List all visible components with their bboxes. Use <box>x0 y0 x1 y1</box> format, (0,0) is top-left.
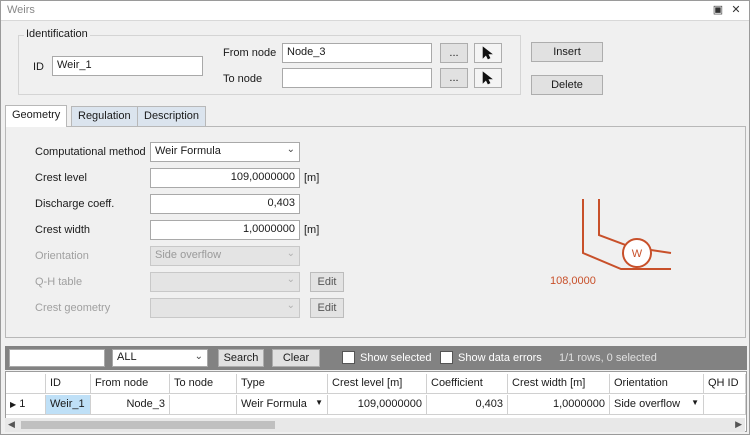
crest-geometry-label: Crest geometry <box>35 302 111 314</box>
table-cell-id[interactable]: Weir_1 <box>46 395 91 415</box>
crest-width-label: Crest width <box>35 224 91 236</box>
table-cell-orientation-value: Side overflow <box>614 398 681 410</box>
filter-select[interactable]: ALL ⌄ <box>112 349 208 367</box>
computational-method-select[interactable]: Weir Formula ⌄ <box>150 142 300 162</box>
crest-geometry-select: ⌄ <box>150 298 300 318</box>
scrollbar-thumb[interactable] <box>21 421 275 429</box>
insert-button[interactable]: Insert <box>531 42 603 62</box>
dropdown-arrow-icon[interactable]: ▼ <box>691 398 699 407</box>
weirs-window: Weirs ▣ ✕ Identification ID Weir_1 From … <box>0 0 750 435</box>
qh-table-label: Q-H table <box>35 276 83 288</box>
table-cell-crest-width[interactable]: 1,0000000 <box>508 395 610 415</box>
search-button[interactable]: Search <box>218 349 264 367</box>
tab-geometry[interactable]: Geometry <box>5 105 68 127</box>
from-node-browse-button[interactable]: ... <box>440 43 468 63</box>
scroll-left-icon[interactable]: ◀ <box>8 419 15 430</box>
show-selected-label: Show selected <box>360 352 432 364</box>
from-node-pick-button[interactable] <box>474 43 502 63</box>
column-header-coefficient[interactable]: Coefficient <box>427 374 508 394</box>
to-node-label: To node <box>223 73 263 85</box>
current-row-arrow-icon: ▶ <box>10 400 17 409</box>
table-cell-coefficient[interactable]: 0,403 <box>427 395 508 415</box>
computational-method-value: Weir Formula <box>155 145 221 157</box>
cursor-arrow-icon <box>482 46 493 60</box>
column-header-to-node[interactable]: To node <box>170 374 237 394</box>
row-header-corner <box>6 374 46 394</box>
crest-width-unit: [m] <box>304 224 320 236</box>
column-header-from-node[interactable]: From node <box>91 374 170 394</box>
discharge-coeff-field[interactable]: 0,403 <box>150 194 300 214</box>
table-cell-crest-level[interactable]: 109,0000000 <box>328 395 427 415</box>
chevron-down-icon: ⌄ <box>194 351 203 362</box>
crest-level-unit: [m] <box>304 172 320 184</box>
table-cell-to-node[interactable] <box>170 395 237 415</box>
grid-search-input[interactable] <box>9 349 105 367</box>
qh-table-select: ⌄ <box>150 272 300 292</box>
table-cell-from-node[interactable]: Node_3 <box>91 395 170 415</box>
close-icon[interactable]: ✕ <box>729 3 743 17</box>
row-index: 1 <box>19 398 26 410</box>
grid-status-text: 1/1 rows, 0 selected <box>559 352 657 364</box>
tab-description[interactable]: Description <box>137 106 207 126</box>
chevron-down-icon: ⌄ <box>286 248 295 259</box>
table-cell-orientation[interactable]: Side overflow ▼ <box>610 395 704 415</box>
window-title: Weirs <box>7 4 35 16</box>
clear-button[interactable]: Clear <box>272 349 320 367</box>
orientation-value: Side overflow <box>155 249 222 261</box>
column-header-type[interactable]: Type <box>237 374 328 394</box>
chevron-down-icon: ⌄ <box>286 274 295 285</box>
column-header-orientation[interactable]: Orientation <box>610 374 704 394</box>
crest-level-label: Crest level <box>35 172 87 184</box>
filter-value: ALL <box>117 351 137 363</box>
restore-icon[interactable]: ▣ <box>711 3 725 17</box>
chevron-down-icon: ⌄ <box>286 144 295 155</box>
chevron-down-icon: ⌄ <box>286 300 295 311</box>
from-node-field[interactable]: Node_3 <box>282 43 432 63</box>
computational-method-label: Computational method <box>35 146 146 158</box>
column-header-crest-width[interactable]: Crest width [m] <box>508 374 610 394</box>
delete-button[interactable]: Delete <box>531 75 603 95</box>
horizontal-scrollbar[interactable]: ◀ ▶ <box>5 418 745 432</box>
diagram-level-label: 108,0000 <box>550 275 596 287</box>
to-node-browse-button[interactable]: ... <box>440 68 468 88</box>
table-cell-qh-id[interactable] <box>704 395 746 415</box>
show-selected-checkbox[interactable] <box>342 351 355 364</box>
from-node-label: From node <box>223 47 277 59</box>
qh-table-edit-button: Edit <box>310 272 344 292</box>
id-field[interactable]: Weir_1 <box>52 56 203 76</box>
discharge-coeff-label: Discharge coeff. <box>35 198 115 210</box>
column-header-qh-id[interactable]: QH ID <box>704 374 746 394</box>
crest-level-field[interactable]: 109,0000000 <box>150 168 300 188</box>
orientation-select: Side overflow ⌄ <box>150 246 300 266</box>
to-node-pick-button[interactable] <box>474 68 502 88</box>
weir-symbol-label: W <box>632 248 643 260</box>
table-row-header[interactable]: ▶ 1 <box>6 395 46 415</box>
dropdown-arrow-icon[interactable]: ▼ <box>315 398 323 407</box>
identification-legend: Identification <box>24 28 90 40</box>
crest-width-field[interactable]: 1,0000000 <box>150 220 300 240</box>
tab-regulation[interactable]: Regulation <box>71 106 138 126</box>
title-bar: Weirs ▣ ✕ <box>1 1 749 21</box>
table-cell-type[interactable]: Weir Formula ▼ <box>237 395 328 415</box>
show-data-errors-checkbox[interactable] <box>440 351 453 364</box>
orientation-label: Orientation <box>35 250 89 262</box>
scroll-right-icon[interactable]: ▶ <box>735 419 742 430</box>
column-header-crest-level[interactable]: Crest level [m] <box>328 374 427 394</box>
table-cell-type-value: Weir Formula <box>241 398 307 410</box>
crest-geometry-edit-button: Edit <box>310 298 344 318</box>
column-header-id[interactable]: ID <box>46 374 91 394</box>
id-label: ID <box>33 61 44 73</box>
cursor-arrow-icon <box>482 71 493 85</box>
show-data-errors-label: Show data errors <box>458 352 542 364</box>
to-node-field[interactable] <box>282 68 432 88</box>
